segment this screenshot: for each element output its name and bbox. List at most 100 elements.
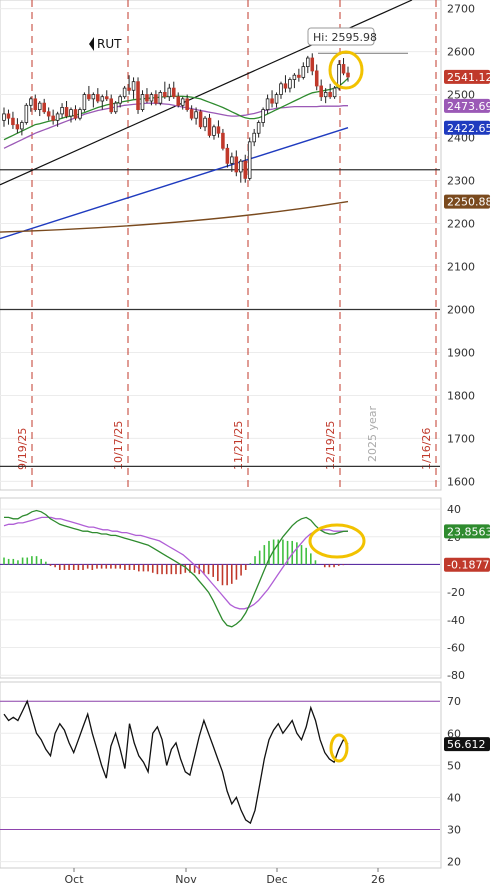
candle-body (167, 87, 172, 98)
candle-body (64, 107, 69, 117)
price-tick-label: 2200 (447, 218, 475, 231)
candle-body (2, 113, 6, 121)
candle-body (230, 156, 234, 164)
rsi-tick-label: 50 (447, 759, 461, 772)
candle-body (323, 92, 328, 98)
candle-body (51, 115, 55, 121)
hi-label: Hi: 2595.98 (307, 27, 377, 46)
ticker-label[interactable]: RUT (89, 37, 122, 51)
candle-body (145, 94, 149, 102)
price-tick-label: 1800 (447, 389, 475, 402)
candle-body (203, 117, 207, 128)
price-badge-text: 2422.65 (447, 122, 491, 135)
price-tick-label: 2000 (447, 303, 475, 316)
price-tick-label: 1700 (447, 432, 475, 445)
candle-body (6, 113, 11, 119)
stock-chart: 1600170018001900200021002200230024002500… (0, 0, 491, 886)
candle-body (292, 74, 297, 80)
candle-body (136, 81, 140, 111)
candle-body (113, 102, 118, 113)
candle-body (288, 79, 292, 89)
candle-body (297, 74, 301, 78)
candle-body (118, 96, 122, 104)
hi-label-text: Hi: 2595.98 (313, 31, 377, 44)
candle-body (265, 98, 270, 111)
price-tick-label: 2100 (447, 260, 475, 273)
candle-body (154, 94, 158, 104)
macd-tick-label: -80 (447, 669, 465, 682)
candle-body (306, 57, 310, 68)
candle-body (261, 109, 265, 123)
ticker-symbol: RUT (97, 37, 122, 51)
x-axis-label: Nov (175, 873, 197, 886)
candle-body (332, 87, 337, 98)
candle-body (104, 96, 109, 100)
candle-body (122, 87, 127, 98)
candle-body (180, 98, 185, 106)
date-marker-label: 1/16/26 (420, 428, 433, 470)
candle-body (171, 87, 176, 98)
date-marker-label: 12/19/25 (324, 421, 337, 470)
candle-body (91, 94, 96, 100)
candle-body (100, 96, 105, 102)
candle-body (20, 122, 24, 130)
date-marker-label: 10/17/25 (112, 421, 125, 470)
candle-body (319, 85, 323, 98)
x-axis-label: 26 (371, 873, 385, 886)
candle-body (198, 111, 203, 128)
candle-body (29, 98, 33, 106)
candle-body (283, 83, 288, 89)
candle-body (252, 132, 256, 143)
candle-body (82, 94, 87, 111)
rsi-panel: 20304050607056.612Oct Nov Dec 26 (0, 681, 490, 886)
candle-body (238, 160, 243, 173)
candle-body (60, 107, 64, 115)
candle-body (46, 111, 51, 117)
candle-body (185, 98, 189, 111)
candle-body (314, 70, 319, 87)
rsi-tick-label: 20 (447, 856, 461, 869)
price-tick-label: 2600 (447, 46, 475, 59)
price-tick-label: 1600 (447, 475, 475, 488)
rsi-tick-label: 30 (447, 824, 461, 837)
candle-body (149, 94, 154, 102)
candle-body (216, 126, 221, 134)
candle-body (140, 94, 145, 111)
candle-body (279, 83, 283, 95)
candle-body (15, 124, 20, 130)
candle-body (256, 122, 261, 134)
candle-body (234, 156, 239, 173)
candle-body (87, 94, 91, 100)
candle-body (55, 113, 60, 121)
candle-body (328, 92, 332, 98)
macd-plot-area (0, 497, 442, 679)
rsi-tick-label: 70 (447, 695, 461, 708)
rsi-plot-area (0, 681, 442, 869)
candle-body (127, 87, 131, 91)
candle-body (24, 104, 29, 123)
candle-body (274, 94, 279, 104)
candle-body (37, 102, 42, 111)
candle-body (341, 64, 346, 74)
candle-body (207, 117, 212, 136)
price-tick-label: 2300 (447, 175, 475, 188)
candle-body (69, 109, 73, 117)
rsi-badge-text: 56.612 (447, 738, 486, 751)
candle-body (158, 92, 163, 104)
candle-body (189, 109, 194, 119)
rsi-tick-label: 40 (447, 791, 461, 804)
candle-body (194, 111, 198, 119)
date-marker-label: 9/19/25 (16, 428, 29, 470)
candle-body (212, 126, 216, 136)
candle-body (346, 72, 350, 78)
candle-body (96, 94, 100, 102)
macd-tick-label: -60 (447, 642, 465, 655)
candle-body (310, 57, 315, 72)
price-badge-text: 2473.69 (447, 100, 491, 113)
macd-tick-label: -40 (447, 614, 465, 627)
candle-body (221, 132, 225, 149)
candle-body (270, 98, 274, 104)
macd-tick-label: 40 (447, 503, 461, 516)
candle-body (176, 96, 181, 106)
candle-body (243, 160, 248, 179)
